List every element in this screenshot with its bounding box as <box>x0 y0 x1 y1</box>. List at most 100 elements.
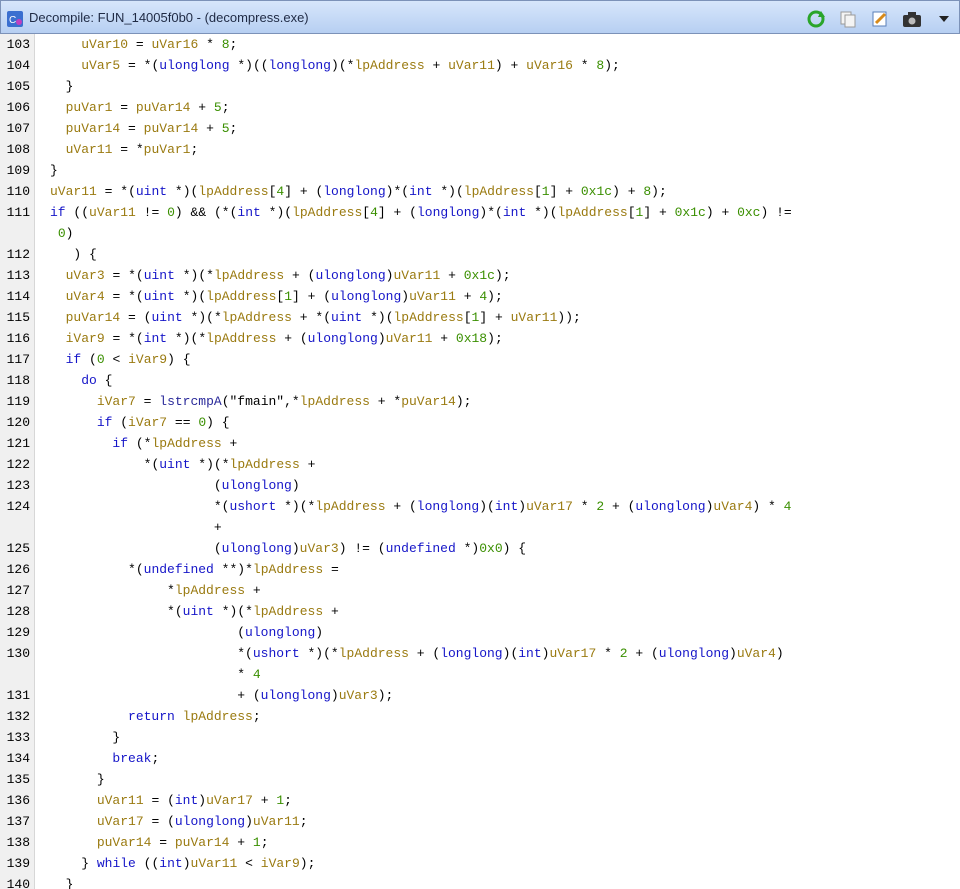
code-text: return lpAddress; <box>128 709 261 724</box>
code-line[interactable]: 131 + (ulonglong)uVar3); <box>0 685 960 706</box>
line-number: 139 <box>6 856 30 871</box>
code-text: 0) <box>57 226 74 241</box>
line-number: 105 <box>6 79 30 94</box>
code-line[interactable]: 115 puVar14 = (uint *)(*lpAddress + *(ui… <box>0 307 960 328</box>
code-line[interactable]: 128 *(uint *)(*lpAddress + <box>0 601 960 622</box>
snapshot-button[interactable] <box>901 8 923 30</box>
code-line[interactable]: 136 uVar11 = (int)uVar17 + 1; <box>0 790 960 811</box>
code-line[interactable]: 126 *(undefined **)*lpAddress = <box>0 559 960 580</box>
code-text: uVar11 = (int)uVar17 + 1; <box>96 793 292 808</box>
line-number: 130 <box>6 646 30 661</box>
code-line[interactable]: 109} <box>0 160 960 181</box>
code-text: *(undefined **)*lpAddress = <box>128 562 339 577</box>
code-text: } <box>65 79 74 94</box>
line-number: 109 <box>6 163 30 178</box>
code-text: uVar10 = uVar16 * 8; <box>81 37 238 52</box>
decompiler-code-view[interactable]: 103 uVar10 = uVar16 * 8; 104 uVar5 = *(ul… <box>0 34 960 889</box>
line-number: 107 <box>6 121 30 136</box>
code-text: uVar11 = *(uint *)(lpAddress[4] + (longl… <box>50 184 667 199</box>
line-number: 119 <box>6 394 30 409</box>
code-text: } <box>96 772 105 787</box>
code-line[interactable]: 104 uVar5 = *(ulonglong *)((longlong)(*l… <box>0 55 960 76</box>
decompiler-icon: C <box>7 11 23 27</box>
code-line[interactable]: 123 (ulonglong) <box>0 475 960 496</box>
code-text: if (*lpAddress + <box>112 436 238 451</box>
code-line[interactable]: 130 *(ushort *)(*lpAddress + (longlong)(… <box>0 643 960 664</box>
line-number: 103 <box>6 37 30 52</box>
line-number: 133 <box>6 730 30 745</box>
line-number: 140 <box>6 877 30 889</box>
code-line[interactable]: 106 puVar1 = puVar14 + 5; <box>0 97 960 118</box>
code-line[interactable]: 124 *(ushort *)(*lpAddress + (longlong)(… <box>0 496 960 517</box>
code-text: if (0 < iVar9) { <box>65 352 191 367</box>
edit-button[interactable] <box>869 8 891 30</box>
window-titlebar: C Decompile: FUN_14005f0b0 - (decompress… <box>0 0 960 34</box>
line-number: 114 <box>6 289 30 304</box>
code-line[interactable]: + <box>0 517 960 538</box>
code-line[interactable]: 0) <box>0 223 960 244</box>
code-text: iVar7 = lstrcmpA("fmain",*lpAddress + *p… <box>96 394 472 409</box>
code-line[interactable]: 111 if ((uVar11 != 0) && (*(int *)(lpAddr… <box>0 202 960 223</box>
code-line[interactable]: 120 if (iVar7 == 0) { <box>0 412 960 433</box>
line-number: 117 <box>6 352 30 367</box>
svg-text:C: C <box>9 15 16 26</box>
code-line[interactable]: 108 uVar11 = *puVar1; <box>0 139 960 160</box>
code-line[interactable]: 110 uVar11 = *(uint *)(lpAddress[4] + (lo… <box>0 181 960 202</box>
code-line[interactable]: 132 return lpAddress; <box>0 706 960 727</box>
code-line[interactable]: 135 } <box>0 769 960 790</box>
code-text: (ulonglong)uVar3) != (undefined *)0x0) { <box>213 541 527 556</box>
code-line[interactable]: 125 (ulonglong)uVar3) != (undefined *)0x… <box>0 538 960 559</box>
code-text: } <box>65 877 74 889</box>
code-text: puVar14 = puVar14 + 1; <box>96 835 269 850</box>
code-line[interactable]: 105 } <box>0 76 960 97</box>
line-number: 136 <box>6 793 30 808</box>
menu-dropdown-button[interactable] <box>933 8 955 30</box>
line-number: 127 <box>6 583 30 598</box>
code-text: if (iVar7 == 0) { <box>96 415 230 430</box>
line-number: 106 <box>6 100 30 115</box>
code-line[interactable]: 112 ) { <box>0 244 960 265</box>
line-number: 132 <box>6 709 30 724</box>
code-line[interactable]: * 4 <box>0 664 960 685</box>
line-number: 123 <box>6 478 30 493</box>
code-text: uVar11 = *puVar1; <box>65 142 199 157</box>
code-line[interactable]: 139 } while ((int)uVar11 < iVar9); <box>0 853 960 874</box>
code-line[interactable]: 107 puVar14 = puVar14 + 5; <box>0 118 960 139</box>
toolbar <box>805 7 955 31</box>
copy-button[interactable] <box>837 8 859 30</box>
code-text: puVar14 = puVar14 + 5; <box>65 121 238 136</box>
code-text: uVar5 = *(ulonglong *)((longlong)(*lpAdd… <box>81 58 620 73</box>
line-number: 131 <box>6 688 30 703</box>
code-text: uVar3 = *(uint *)(*lpAddress + (ulonglon… <box>65 268 511 283</box>
code-line[interactable]: 127 *lpAddress + <box>0 580 960 601</box>
code-text: *(uint *)(*lpAddress + <box>167 604 339 619</box>
code-line[interactable]: 137 uVar17 = (ulonglong)uVar11; <box>0 811 960 832</box>
code-line[interactable]: 119 iVar7 = lstrcmpA("fmain",*lpAddress … <box>0 391 960 412</box>
code-text: *lpAddress + <box>167 583 261 598</box>
code-text: * 4 <box>237 667 261 682</box>
code-line[interactable]: 138 puVar14 = puVar14 + 1; <box>0 832 960 853</box>
refresh-button[interactable] <box>805 8 827 30</box>
code-line[interactable]: 114 uVar4 = *(uint *)(lpAddress[1] + (ul… <box>0 286 960 307</box>
code-line[interactable]: 117 if (0 < iVar9) { <box>0 349 960 370</box>
code-text: puVar14 = (uint *)(*lpAddress + *(uint *… <box>65 310 581 325</box>
code-text: break; <box>112 751 160 766</box>
camera-icon <box>903 12 921 27</box>
code-line[interactable]: 129 (ulonglong) <box>0 622 960 643</box>
code-line[interactable]: 113 uVar3 = *(uint *)(*lpAddress + (ulon… <box>0 265 960 286</box>
code-line[interactable]: 134 break; <box>0 748 960 769</box>
code-line[interactable]: 121 if (*lpAddress + <box>0 433 960 454</box>
code-line[interactable]: 140 } <box>0 874 960 889</box>
code-lines: 103 uVar10 = uVar16 * 8; 104 uVar5 = *(ul… <box>0 34 960 889</box>
code-line[interactable]: 116 iVar9 = *(int *)(*lpAddress + (ulong… <box>0 328 960 349</box>
line-number: 112 <box>6 247 30 262</box>
code-text: (ulonglong) <box>237 625 324 640</box>
line-number: 134 <box>6 751 30 766</box>
code-line[interactable]: 103 uVar10 = uVar16 * 8; <box>0 34 960 55</box>
code-text: uVar4 = *(uint *)(lpAddress[1] + (ulongl… <box>65 289 503 304</box>
line-number: 104 <box>6 58 30 73</box>
code-line[interactable]: 122 *(uint *)(*lpAddress + <box>0 454 960 475</box>
code-line[interactable]: 133 } <box>0 727 960 748</box>
code-line[interactable]: 118 do { <box>0 370 960 391</box>
code-text: + <box>213 520 222 535</box>
